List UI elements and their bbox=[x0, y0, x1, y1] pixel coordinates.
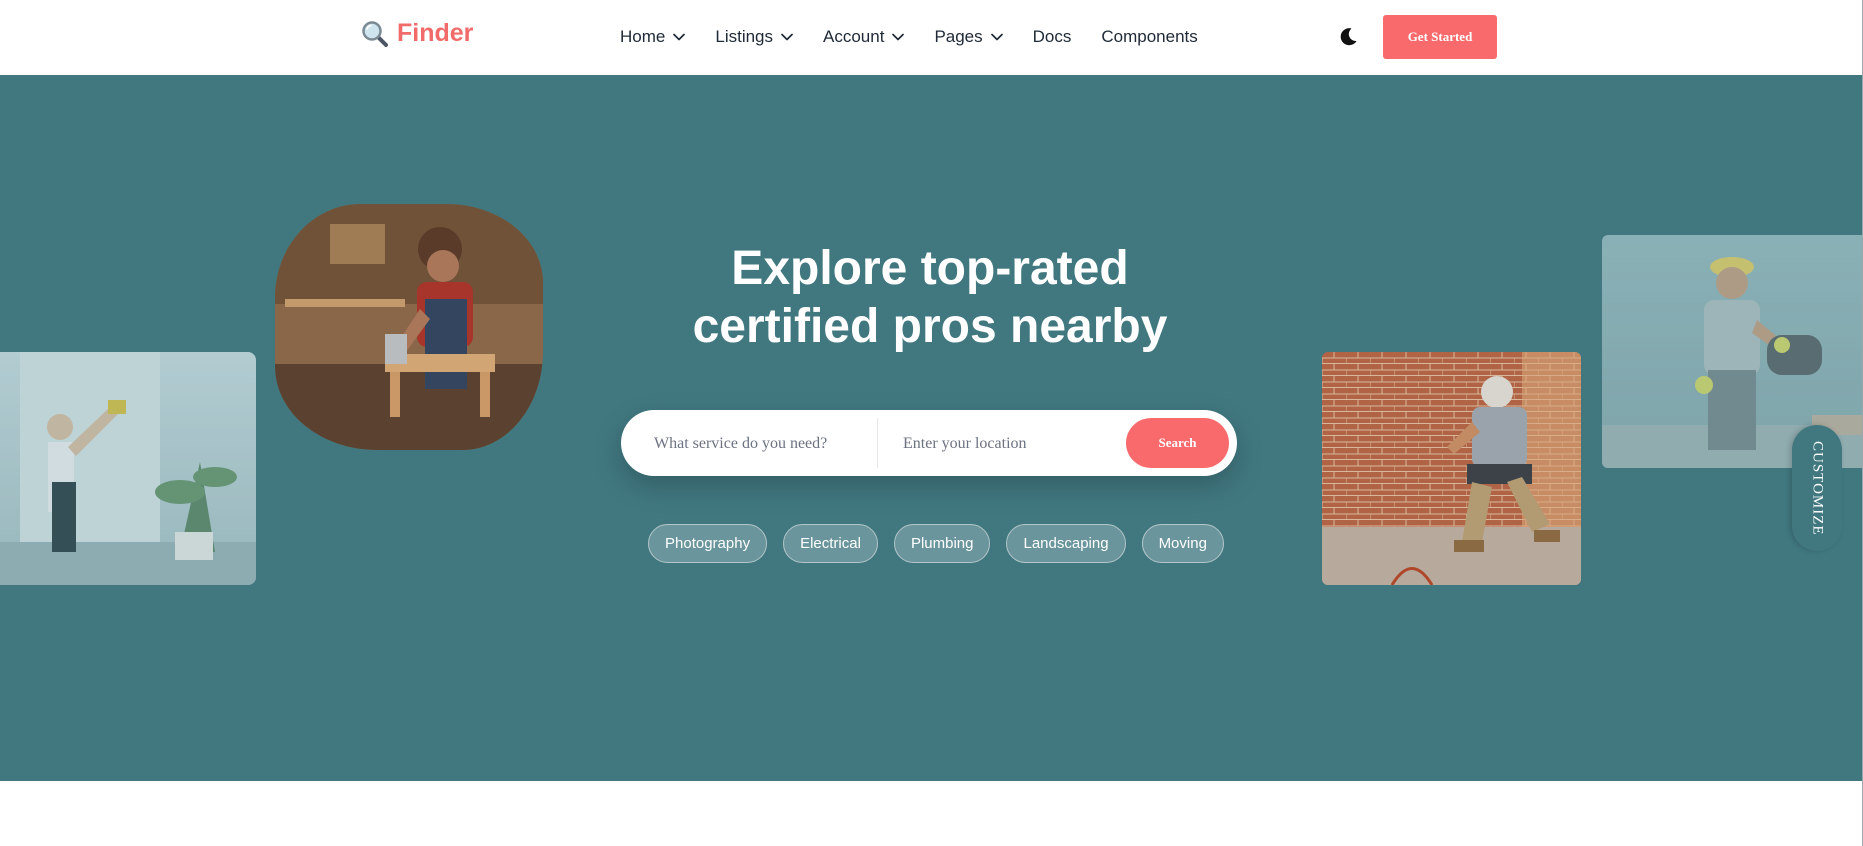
brand-name: Finder bbox=[397, 19, 474, 47]
main-nav: Home Listings Account Pages Docs Compone… bbox=[620, 0, 1228, 73]
location-input[interactable] bbox=[901, 427, 1115, 461]
nav-item-label: Pages bbox=[934, 26, 983, 46]
nav-item-account[interactable]: Account bbox=[823, 26, 905, 47]
chip-moving[interactable]: Moving bbox=[1141, 524, 1224, 563]
nav-item-label: Listings bbox=[715, 26, 773, 46]
chevron-down-icon bbox=[673, 33, 686, 40]
get-started-button[interactable]: Get Started bbox=[1383, 15, 1497, 59]
nav-item-label: Account bbox=[823, 26, 885, 46]
chip-photography[interactable]: Photography bbox=[648, 524, 768, 563]
magnifier-icon bbox=[362, 20, 388, 47]
chevron-down-icon bbox=[892, 33, 905, 40]
hero-title: Explore top-rated certified pros nearby bbox=[692, 242, 1168, 353]
woodworker-photo bbox=[275, 204, 543, 450]
top-navbar: Finder Home Listings Account Pages Docs … bbox=[0, 0, 1862, 75]
moon-icon[interactable] bbox=[1337, 26, 1359, 48]
nav-item-label: Docs bbox=[1032, 26, 1072, 46]
brand-logo[interactable]: Finder bbox=[361, 19, 473, 48]
search-bar: Search bbox=[621, 410, 1237, 476]
nav-item-label: Components bbox=[1101, 26, 1198, 46]
chip-electrical[interactable]: Electrical bbox=[783, 524, 878, 563]
nav-item-home[interactable]: Home bbox=[620, 26, 686, 47]
nav-item-pages[interactable]: Pages bbox=[934, 26, 1003, 47]
nav-item-docs[interactable]: Docs bbox=[1033, 27, 1072, 47]
customize-button[interactable]: CUSTOMIZE bbox=[1792, 425, 1842, 551]
chip-landscaping[interactable]: Landscaping bbox=[1006, 524, 1126, 563]
search-button[interactable]: Search bbox=[1126, 418, 1229, 468]
chevron-down-icon bbox=[990, 33, 1003, 40]
nav-item-components[interactable]: Components bbox=[1101, 27, 1197, 47]
search-divider bbox=[877, 418, 878, 468]
cleaner-photo bbox=[0, 352, 256, 585]
nav-item-listings[interactable]: Listings bbox=[715, 27, 793, 47]
category-chips: Photography Electrical Plumbing Landscap… bbox=[648, 524, 1240, 565]
service-search-input[interactable] bbox=[652, 427, 866, 461]
nav-item-label: Home bbox=[620, 26, 666, 46]
customize-label: CUSTOMIZE bbox=[1809, 440, 1826, 536]
bricklayer-photo bbox=[1322, 352, 1581, 585]
chevron-down-icon bbox=[781, 33, 793, 40]
chip-plumbing[interactable]: Plumbing bbox=[893, 524, 991, 563]
